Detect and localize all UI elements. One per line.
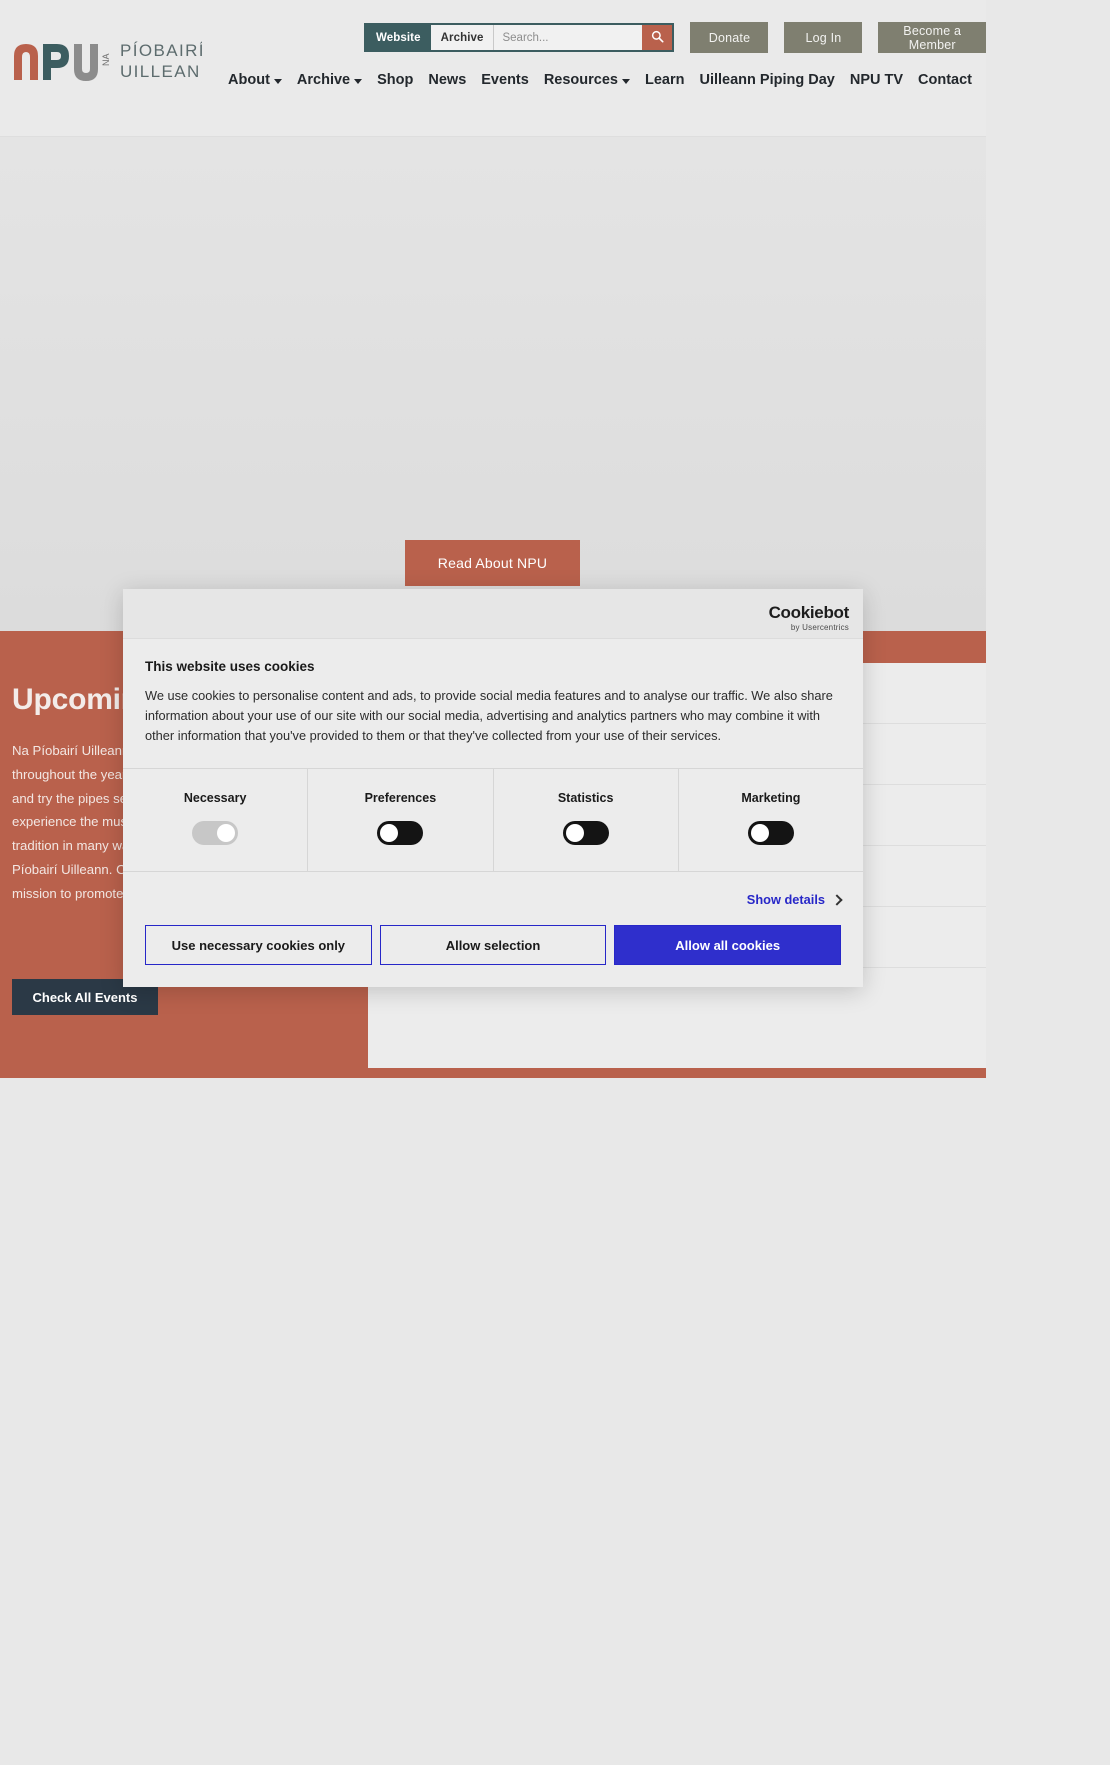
show-details-row: Show details bbox=[123, 872, 863, 907]
cookie-action-buttons: Use necessary cookies only Allow selecti… bbox=[123, 907, 863, 987]
nav-item-learn[interactable]: Learn bbox=[645, 72, 685, 88]
nav-item-news[interactable]: News bbox=[428, 72, 466, 88]
cookie-consent-dialog: Cookiebot by Usercentrics This website u… bbox=[123, 589, 863, 987]
nav-label: Contact bbox=[918, 72, 972, 88]
category-label: Statistics bbox=[557, 791, 614, 805]
read-about-npu-button[interactable]: Read About NPU bbox=[405, 540, 580, 586]
toggle-knob bbox=[380, 824, 399, 842]
nav-label: Events bbox=[481, 72, 529, 88]
header-toolbar: Website Archive Donate Log In Become a M… bbox=[364, 22, 986, 53]
search-icon bbox=[651, 30, 664, 46]
toggle-knob bbox=[565, 824, 584, 842]
chevron-down-icon bbox=[621, 78, 630, 84]
npu-logo[interactable]: NA PÍOBAIRÍ UILLEANN bbox=[12, 36, 202, 82]
login-button[interactable]: Log In bbox=[784, 22, 863, 53]
nav-label: Learn bbox=[644, 72, 685, 88]
use-necessary-cookies-only-button[interactable]: Use necessary cookies only bbox=[145, 925, 372, 965]
chevron-down-icon bbox=[354, 78, 363, 84]
toggle-marketing[interactable] bbox=[747, 821, 794, 845]
toggle-statistics[interactable] bbox=[562, 821, 609, 845]
allow-selection-button[interactable]: Allow selection bbox=[379, 925, 607, 965]
show-details-link[interactable]: Show details bbox=[747, 892, 825, 907]
cookie-category-preferences: Preferences bbox=[308, 769, 494, 871]
nav-item-contact[interactable]: Contact bbox=[918, 72, 972, 88]
cookie-paragraph: We use cookies to personalise content an… bbox=[145, 688, 833, 743]
nav-label: News bbox=[428, 72, 467, 88]
cookiebot-logo: Cookiebot by Usercentrics bbox=[768, 603, 850, 632]
category-label: Preferences bbox=[364, 791, 437, 805]
nav-item-shop[interactable]: Shop bbox=[377, 72, 413, 88]
nav-item-npu-tv[interactable]: NPU TV bbox=[850, 72, 903, 88]
donate-button[interactable]: Donate bbox=[690, 22, 769, 53]
nav-label: Resources bbox=[543, 72, 618, 88]
nav-label: Uilleann Piping Day bbox=[699, 72, 835, 88]
allow-all-cookies-button[interactable]: Allow all cookies bbox=[614, 925, 842, 965]
nav-label: Archive bbox=[296, 72, 351, 88]
toggle-necessary bbox=[192, 821, 239, 845]
nav-label: NPU TV bbox=[849, 72, 904, 88]
nav-item-events[interactable]: Events bbox=[481, 72, 529, 88]
become-member-button[interactable]: Become a Member bbox=[878, 22, 986, 53]
search-scope-archive[interactable]: Archive bbox=[430, 25, 495, 50]
search-submit-button[interactable] bbox=[642, 25, 673, 50]
svg-text:UILLEANN: UILLEANN bbox=[120, 62, 202, 81]
svg-text:NA: NA bbox=[101, 53, 111, 66]
search-input[interactable] bbox=[494, 25, 643, 50]
main-navigation: About Archive Shop News Events Resources… bbox=[228, 72, 972, 88]
search-bar: Website Archive bbox=[364, 23, 675, 52]
svg-text:PÍOBAIRÍ: PÍOBAIRÍ bbox=[120, 41, 202, 60]
search-scope-website[interactable]: Website bbox=[366, 25, 431, 50]
cookie-dialog-header: Cookiebot by Usercentrics bbox=[123, 589, 863, 639]
page-body-continuation bbox=[0, 1078, 986, 1765]
cookie-category-statistics: Statistics bbox=[494, 769, 679, 871]
cookiebot-wordmark: Cookiebot bbox=[768, 603, 850, 622]
nav-item-archive[interactable]: Archive bbox=[296, 72, 363, 88]
toggle-knob bbox=[750, 824, 769, 842]
hero-section: Read About NPU bbox=[0, 137, 986, 631]
nav-item-resources[interactable]: Resources bbox=[544, 72, 630, 88]
nav-item-uilleann-piping-day[interactable]: Uilleann Piping Day bbox=[699, 72, 834, 88]
chevron-down-icon bbox=[273, 78, 282, 84]
site-header: NA PÍOBAIRÍ UILLEANN Website Archive Don… bbox=[0, 0, 986, 137]
chevron-right-icon bbox=[831, 893, 843, 906]
cookiebot-byline: by Usercentrics bbox=[790, 623, 849, 632]
cookie-category-necessary: Necessary bbox=[123, 769, 309, 871]
cookie-category-marketing: Marketing bbox=[679, 769, 863, 871]
nav-label: About bbox=[228, 72, 270, 88]
category-label: Marketing bbox=[741, 791, 801, 805]
nav-item-about[interactable]: About bbox=[228, 72, 282, 88]
cookie-dialog-body: This website uses cookies We use cookies… bbox=[123, 639, 863, 768]
cookie-category-toggles: Necessary Preferences Statistics Marketi… bbox=[123, 768, 863, 872]
cookie-heading: This website uses cookies bbox=[145, 659, 315, 674]
category-label: Necessary bbox=[183, 791, 247, 805]
toggle-preferences[interactable] bbox=[377, 821, 424, 845]
nav-label: Shop bbox=[377, 72, 414, 88]
toggle-knob bbox=[217, 824, 236, 842]
